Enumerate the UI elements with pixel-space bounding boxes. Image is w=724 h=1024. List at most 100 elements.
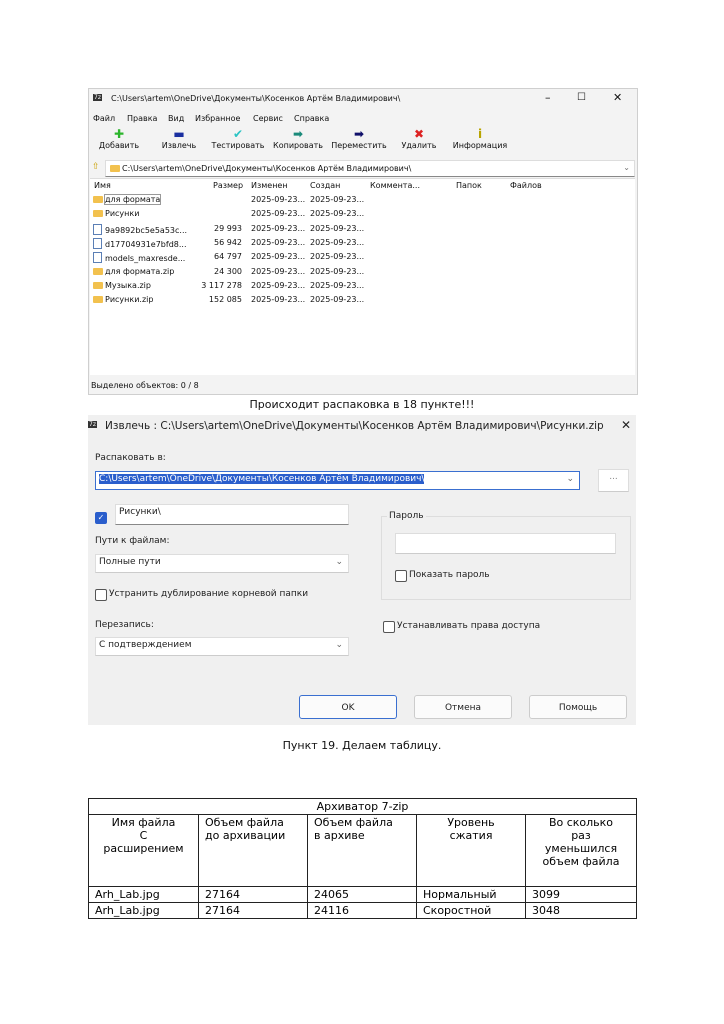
file-row[interactable]: для формата 2025-09-23... 2025-09-23... [90,193,635,207]
archive-icon [93,281,103,289]
file-name-text: для формата.zip [105,266,175,276]
move-arrow-icon: ➡ [353,127,365,141]
copy-button[interactable]: ➡ Копировать [269,127,327,150]
delete-x-icon: ✖ [413,127,425,141]
help-button[interactable]: Помощь [529,695,627,719]
close-button[interactable]: ✕ [613,91,622,104]
file-name-text: для формата [103,194,162,205]
delete-button[interactable]: ✖ Удалить [394,127,444,150]
column-name[interactable]: Имя [94,181,111,190]
caption-table: Пункт 19. Делаем таблицу. [282,739,442,752]
column-files[interactable]: Файлов [510,181,542,190]
add-button[interactable]: ✚ Добавить [95,127,143,150]
file-name-text: Музыка.zip [105,280,151,290]
file-row[interactable]: Музыка.zip 3 117 278 2025-09-23... 2025-09-… [90,279,635,293]
file-name-text: Рисунки.zip [105,295,154,305]
up-folder-icon[interactable]: ⇧ [92,162,100,172]
browse-button[interactable]: ... [598,469,629,492]
file-name: для формата.zip [93,267,174,276]
file-created: 2025-09-23... [310,209,365,219]
copy-arrow-icon: ➡ [292,127,304,141]
set-rights-label: Устанавливать права доступа [397,621,541,631]
minimize-button[interactable]: – [545,91,551,104]
file-row[interactable]: Рисунки 2025-09-23... 2025-09-23... [90,207,635,221]
header-size-archive: Объем файла в архиве [307,814,417,887]
ok-button[interactable]: OK [299,695,397,719]
show-password-checkbox[interactable] [395,570,407,582]
info-button[interactable]: i Информация [447,127,513,150]
header-ratio: Во сколько раз уменьшился объем файла [525,814,637,887]
folder-icon [93,196,103,203]
image-file-icon [93,252,102,264]
test-button[interactable]: ✔ Тестировать [209,127,267,150]
password-label: Пароль [387,511,426,521]
file-size: 24 300 [214,266,242,276]
column-modified[interactable]: Изменен [251,181,288,190]
menu-help[interactable]: Справка [294,114,329,123]
dialog-close-button[interactable]: ✕ [621,418,631,432]
file-name: 9a9892bc5e5a53c... [93,223,188,235]
file-name: models_maxresde... [93,252,185,264]
document-page: 7z C:\Users\artem\OneDrive\Документы\Кос… [0,0,724,1024]
extract-to-combobox[interactable]: C:\Users\artem\OneDrive\Документы\Косенк… [95,471,580,490]
results-table: Архиватор 7-zip Имя файла С расширением … [88,798,637,919]
subfolder-checkbox[interactable]: ✓ [95,512,107,524]
maximize-button[interactable]: ☐ [577,92,586,103]
list-header: Имя Размер Изменен Создан Коммента... Па… [90,179,635,193]
archive-icon [93,296,103,304]
table-row: Arh_Lab.jpg 27164 24116 Скоростной 3048 [88,902,637,919]
paths-select[interactable]: Полные пути ⌄ [95,554,349,573]
overwrite-select[interactable]: С подтверждением ⌄ [95,637,349,656]
chevron-down-icon[interactable]: ⌄ [335,557,343,567]
info-label: Информация [452,141,508,150]
column-size[interactable]: Размер [213,181,243,190]
address-bar[interactable]: C:\Users\artem\OneDrive\Документы\Косенк… [105,160,635,177]
file-modified: 2025-09-23... [251,280,306,290]
status-bar: Выделено объектов: 0 / 8 [91,381,199,390]
7zip-logo-icon: 7z [88,421,97,428]
move-label: Переместить [331,141,387,150]
delete-label: Удалить [401,141,437,150]
menu-view[interactable]: Вид [168,114,184,123]
info-icon: i [477,127,483,141]
window-title: C:\Users\artem\OneDrive\Документы\Косенк… [111,94,401,103]
cell: Arh_Lab.jpg [88,886,199,903]
add-label: Добавить [98,141,140,150]
menu-favorites[interactable]: Избранное [195,114,240,123]
file-list[interactable]: Имя Размер Изменен Создан Коммента... Па… [90,178,635,375]
copy-label: Копировать [273,141,323,150]
file-name: для формата [93,194,162,205]
file-name-text: Рисунки [105,209,140,219]
chevron-down-icon[interactable]: ⌄ [335,640,343,650]
password-input[interactable] [395,533,616,554]
extract-to-label: Распаковать в: [95,453,166,463]
column-created[interactable]: Создан [310,181,340,190]
file-row[interactable]: d17704931e7bfd8... 56 942 2025-09-23... 202… [90,236,635,250]
move-button[interactable]: ➡ Переместить [329,127,389,150]
chevron-down-icon[interactable]: ⌄ [623,163,630,172]
menu-edit[interactable]: Правка [127,114,157,123]
column-folders[interactable]: Папок [456,181,482,190]
table-title: Архиватор 7-zip [88,798,637,815]
dedupe-checkbox[interactable] [95,589,107,601]
extract-dialog: 7z Извлечь : C:\Users\artem\OneDrive\Док… [88,415,636,725]
file-created: 2025-09-23... [310,266,365,276]
menu-file[interactable]: Файл [93,114,115,123]
column-comment[interactable]: Коммента... [370,181,420,190]
cancel-button[interactable]: Отмена [414,695,512,719]
set-rights-checkbox[interactable] [383,621,395,633]
subfolder-input[interactable]: Рисунки\ [115,504,349,525]
overwrite-value: С подтверждением [99,640,192,650]
file-modified: 2025-09-23... [251,295,306,305]
table-row: Arh_Lab.jpg 27164 24065 Нормальный 3099 [88,886,637,903]
file-row[interactable]: 9a9892bc5e5a53c... 29 993 2025-09-23... 202… [90,222,635,236]
file-name: Музыка.zip [93,281,151,290]
extract-button[interactable]: ▬ Извлечь [155,127,203,150]
file-row[interactable]: для формата.zip 24 300 2025-09-23... 2025-0… [90,265,635,279]
file-row[interactable]: models_maxresde... 64 797 2025-09-23... 202… [90,250,635,264]
check-icon: ✔ [232,127,244,141]
chevron-down-icon[interactable]: ⌄ [566,474,574,484]
file-name-text: 9a9892bc5e5a53c... [105,225,188,235]
menu-tools[interactable]: Сервис [253,114,283,123]
file-row[interactable]: Рисунки.zip 152 085 2025-09-23... 2025-09-2… [90,293,635,307]
